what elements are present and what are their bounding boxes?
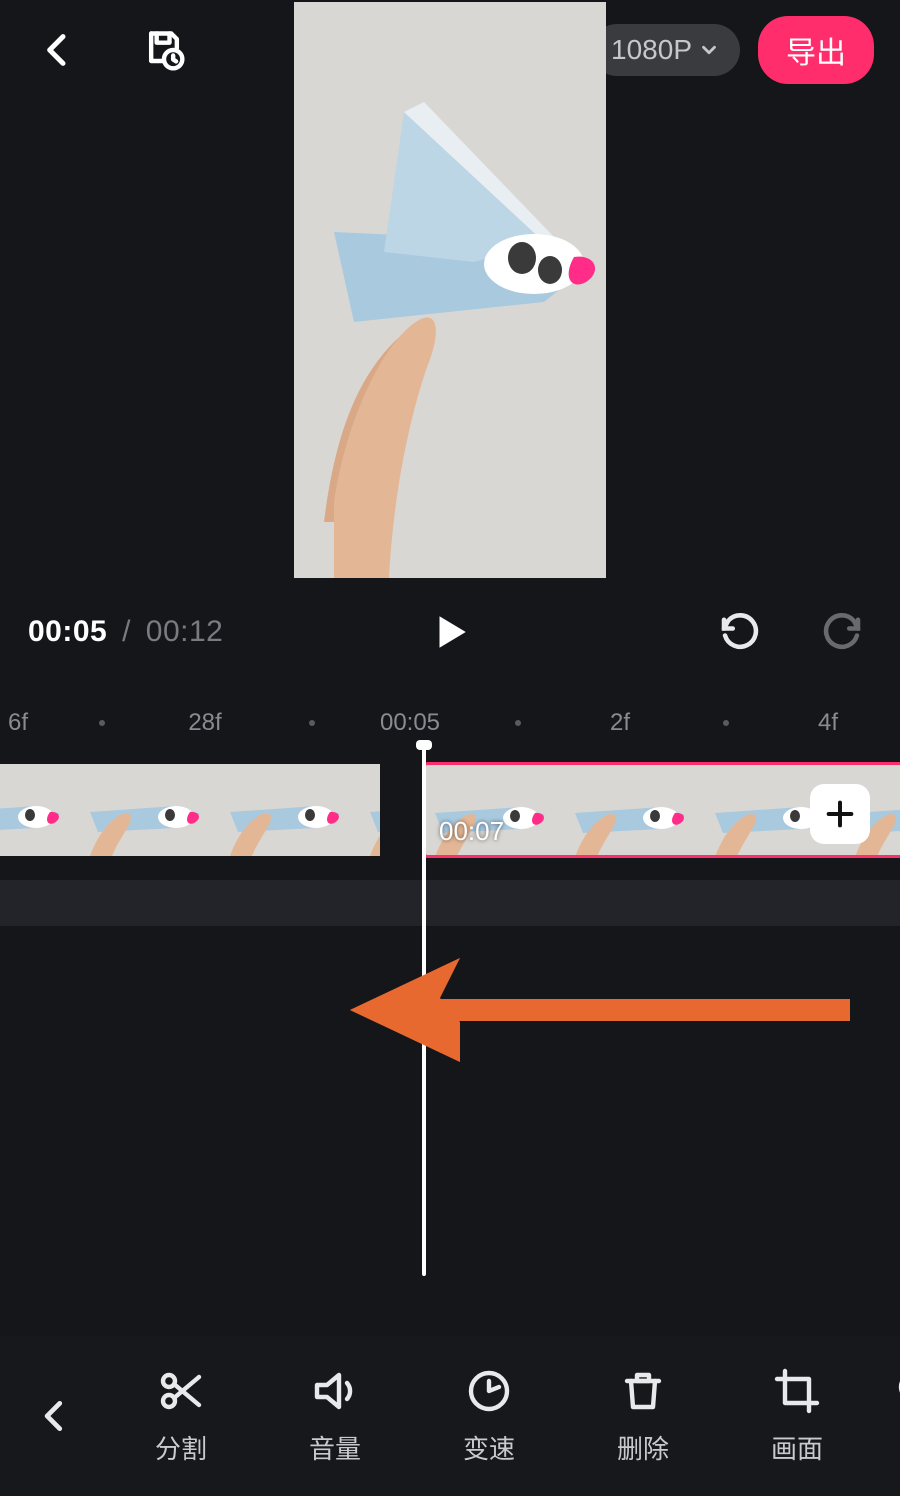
tool-label: 变速 (463, 1429, 515, 1466)
redo-button[interactable] (816, 604, 872, 660)
timeline-ruler[interactable]: 6f 28f 00:05 2f 4f (0, 700, 900, 746)
tool-delete[interactable]: 删除 (566, 1367, 720, 1466)
plus-icon (823, 797, 857, 831)
tool-volume[interactable]: 音量 (258, 1367, 412, 1466)
ruler-tick: 28f (188, 709, 221, 737)
ruler-dot (99, 720, 105, 726)
time-display: 00:05 / 00:12 (28, 615, 223, 649)
current-time: 00:05 (28, 615, 107, 648)
tool-split[interactable]: 分割 (104, 1367, 258, 1466)
ruler-dot (515, 720, 521, 726)
chevron-left-icon (36, 1397, 74, 1435)
undo-button[interactable] (710, 604, 766, 660)
add-clip-button[interactable] (810, 784, 870, 844)
undo-icon (717, 611, 759, 653)
ruler-dot (723, 720, 729, 726)
speaker-icon (311, 1367, 359, 1415)
bottom-toolbar: 分割 音量 变速 删除 画面 滤 (0, 1336, 900, 1496)
ruler-dot (309, 720, 315, 726)
tool-label: 分割 (155, 1429, 207, 1466)
tool-label: 音量 (309, 1429, 361, 1466)
tool-label: 删除 (617, 1429, 669, 1466)
clip-a[interactable] (0, 764, 380, 856)
time-separator: / (122, 615, 131, 648)
play-button[interactable] (422, 604, 478, 660)
clip-duration-label: 00:07 (439, 816, 504, 847)
secondary-track[interactable] (0, 880, 900, 926)
preview-frame-illustration (294, 2, 606, 578)
speed-icon (465, 1367, 513, 1415)
total-duration: 00:12 (146, 615, 224, 648)
crop-icon (773, 1367, 821, 1415)
annotation-arrow (350, 940, 870, 1070)
video-track[interactable]: 00:07 (0, 764, 900, 864)
scissors-icon (157, 1367, 205, 1415)
filter-icon (895, 1367, 900, 1415)
toolbar-back-button[interactable] (10, 1356, 100, 1476)
playhead[interactable] (422, 746, 426, 1276)
trash-icon (619, 1367, 667, 1415)
ruler-tick: 00:05 (380, 709, 440, 737)
tool-canvas[interactable]: 画面 (720, 1367, 874, 1466)
redo-icon (823, 611, 865, 653)
tool-label: 画面 (771, 1429, 823, 1466)
play-icon (429, 611, 471, 653)
tool-speed[interactable]: 变速 (412, 1367, 566, 1466)
video-preview[interactable] (294, 2, 606, 578)
tool-filter[interactable]: 滤 (874, 1367, 900, 1466)
ruler-tick: 4f (818, 709, 838, 737)
ruler-tick: 2f (610, 709, 630, 737)
ruler-tick: 6f (8, 709, 28, 737)
